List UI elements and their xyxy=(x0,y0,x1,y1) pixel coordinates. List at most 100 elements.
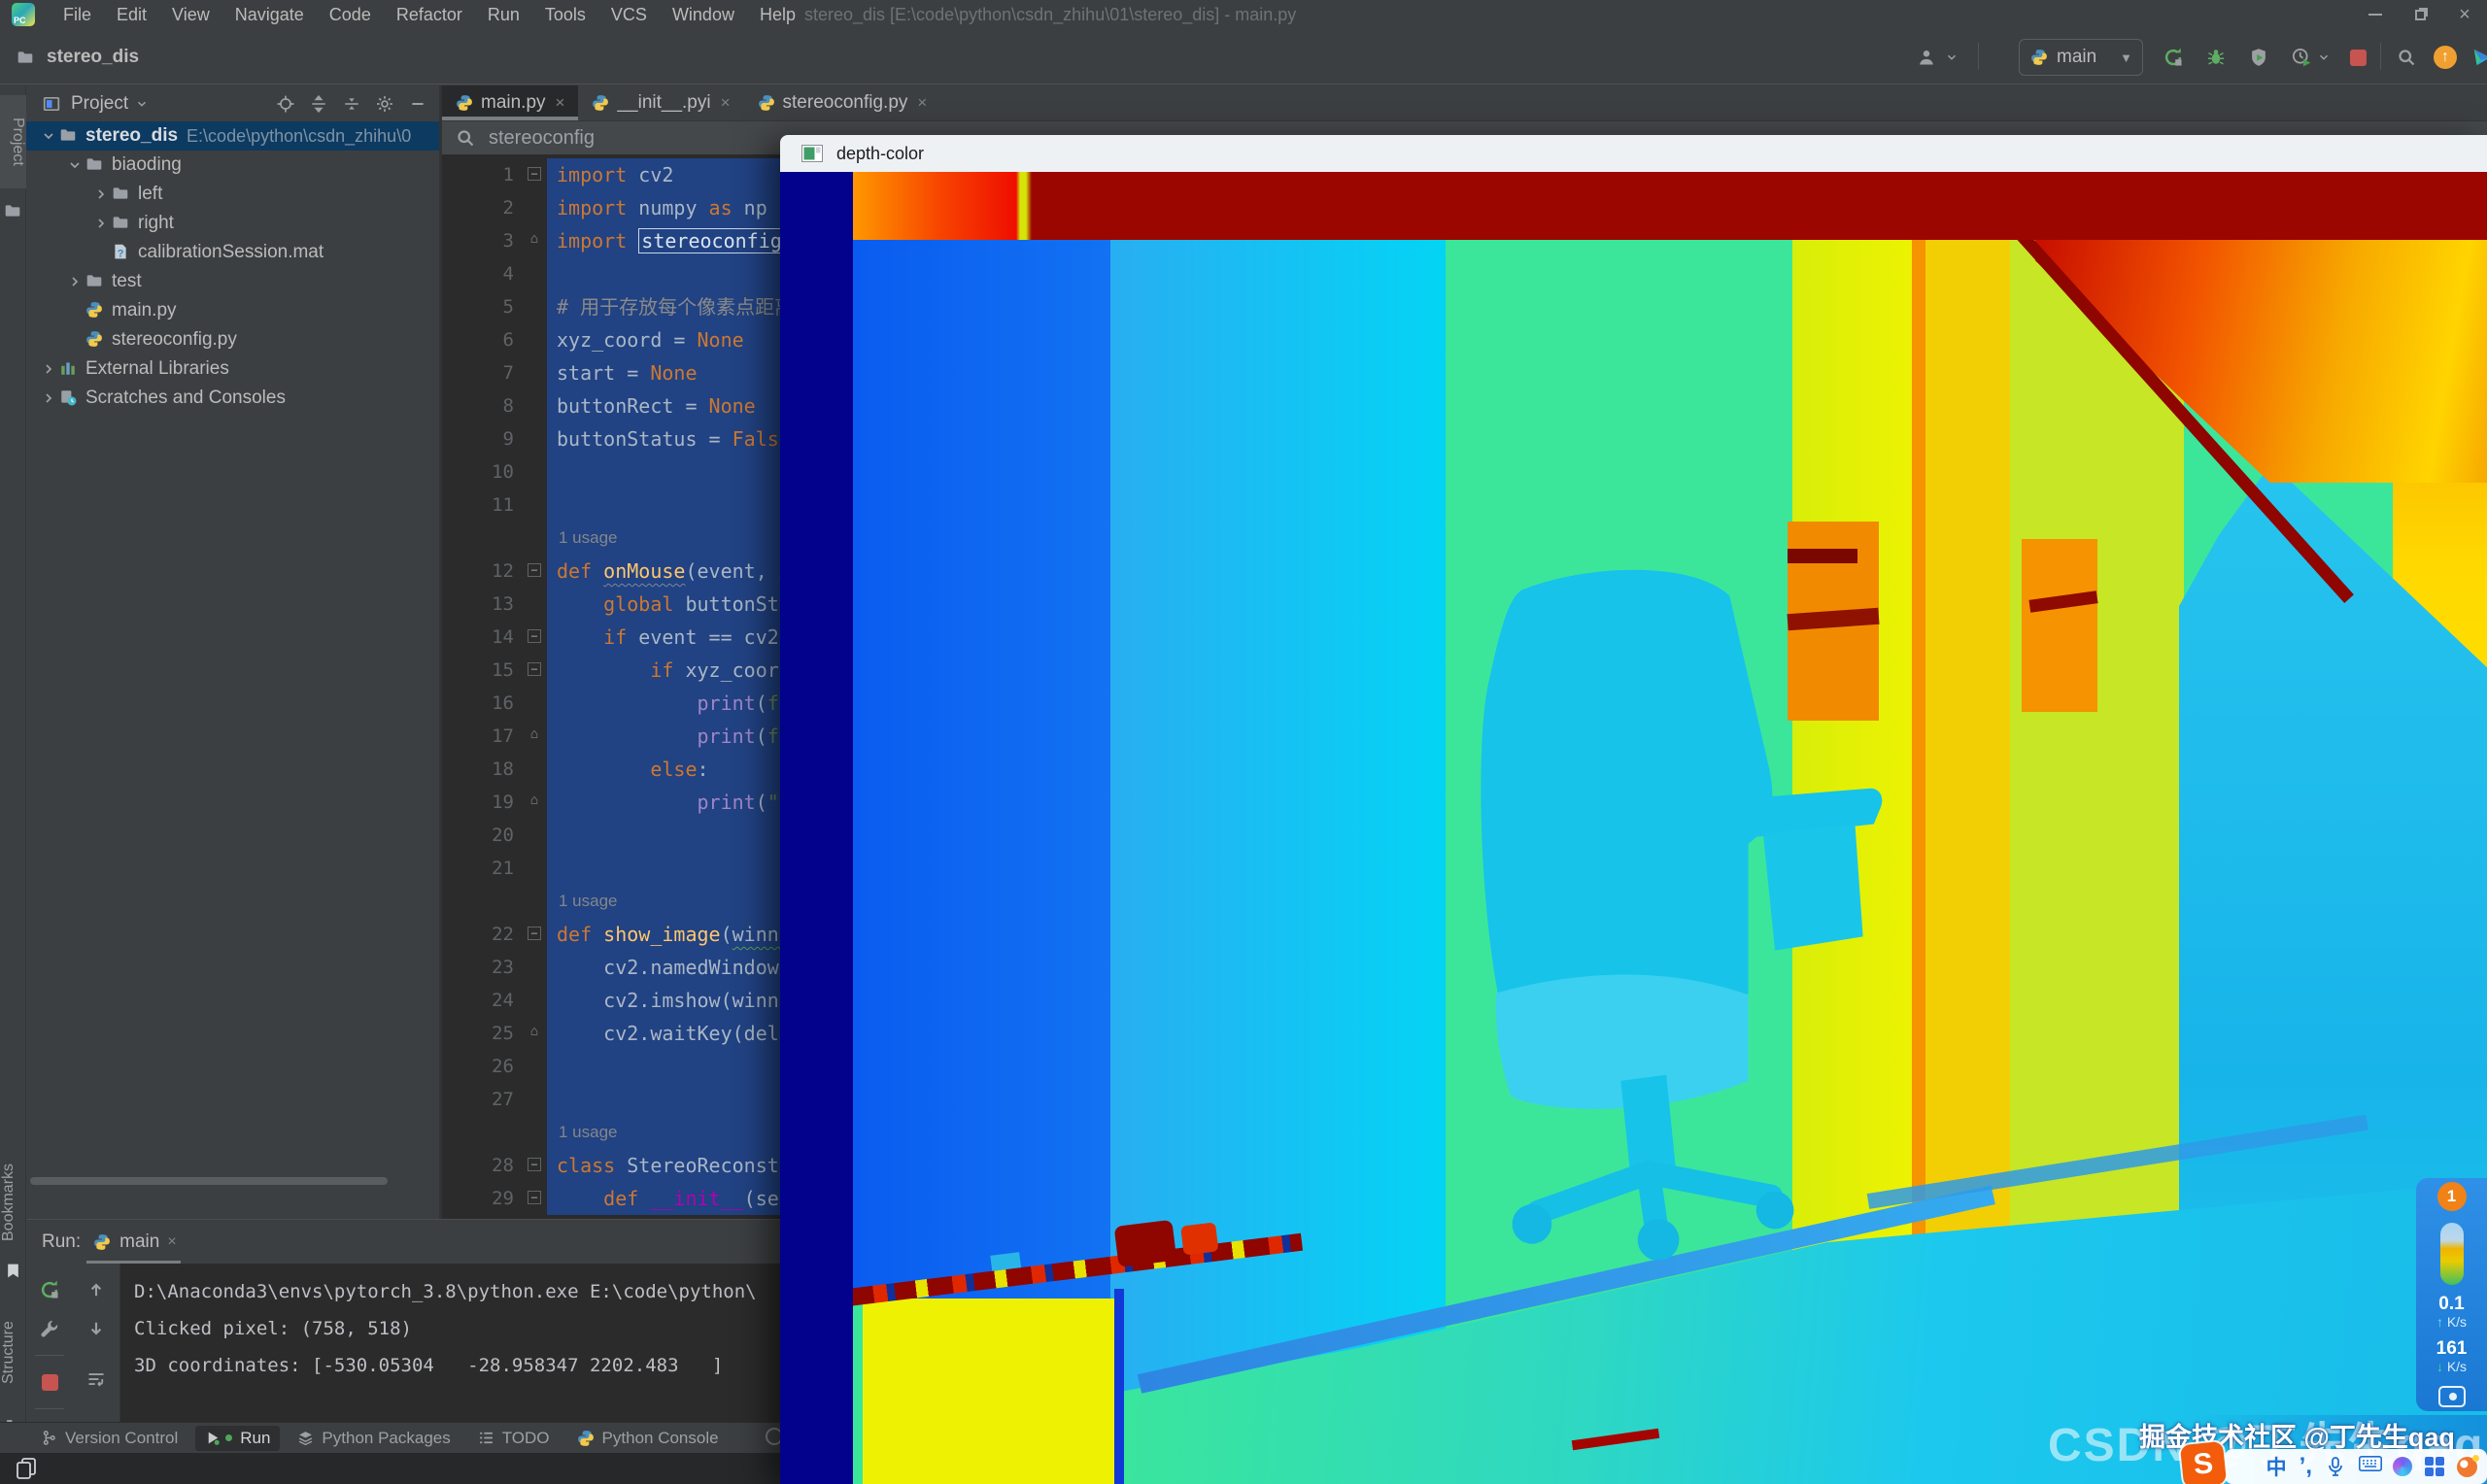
statusbar-item-python-console[interactable]: Python Console xyxy=(567,1426,729,1451)
depth-map-image[interactable] xyxy=(780,172,2487,1484)
hide-panel-icon[interactable] xyxy=(404,90,431,118)
close-icon[interactable]: × xyxy=(167,1233,176,1251)
chevron-right-icon[interactable] xyxy=(38,358,59,380)
close-icon[interactable]: × xyxy=(917,93,927,113)
fold-icon[interactable]: − xyxy=(528,167,541,181)
tree-item-right[interactable]: right xyxy=(26,209,439,238)
menu-item-code[interactable]: Code xyxy=(317,0,384,29)
menu-item-window[interactable]: Window xyxy=(660,0,747,29)
fold-icon[interactable]: − xyxy=(528,563,541,577)
menu-item-navigate[interactable]: Navigate xyxy=(222,0,317,29)
rerun-button[interactable] xyxy=(37,1277,62,1302)
stop-button[interactable] xyxy=(37,1369,62,1395)
down-stack-icon[interactable] xyxy=(84,1316,109,1341)
notification-badge[interactable]: 1 xyxy=(2437,1182,2467,1211)
fold-icon[interactable]: − xyxy=(528,1158,541,1171)
tree-item-main-py[interactable]: main.py xyxy=(26,296,439,325)
user-icon[interactable] xyxy=(1912,43,1941,72)
fold-icon[interactable]: − xyxy=(528,629,541,643)
statusbar-item-version-control[interactable]: Version Control xyxy=(31,1426,187,1451)
run-tab[interactable]: main × xyxy=(81,1220,188,1264)
folder-icon[interactable] xyxy=(4,202,21,219)
menu-item-help[interactable]: Help xyxy=(747,0,808,29)
chevron-right-icon[interactable] xyxy=(90,184,112,205)
chevron-down-icon[interactable] xyxy=(2316,43,2332,72)
tab-stereoconfig-py[interactable]: stereoconfig.py× xyxy=(744,85,941,120)
ime-menu-icon[interactable] xyxy=(2425,1457,2444,1476)
tree-item-left[interactable]: left xyxy=(26,180,439,209)
menu-item-tools[interactable]: Tools xyxy=(532,0,598,29)
close-icon[interactable]: × xyxy=(721,93,731,113)
expand-all-icon[interactable] xyxy=(305,90,332,118)
locate-file-icon[interactable] xyxy=(272,90,299,118)
tree-item-scratches-and-consoles[interactable]: Scratches and Consoles xyxy=(26,384,439,413)
chevron-down-icon[interactable] xyxy=(134,90,150,118)
run-config-selector[interactable]: main ▼ xyxy=(2019,39,2143,76)
tree-item-calibrationsession-mat[interactable]: ?calibrationSession.mat xyxy=(26,238,439,267)
search-everywhere-icon[interactable] xyxy=(2392,43,2421,72)
breadcrumb[interactable]: stereo_dis xyxy=(12,44,139,71)
fold-icon[interactable]: − xyxy=(528,662,541,676)
settings-wrench-icon[interactable] xyxy=(37,1316,62,1341)
menu-item-edit[interactable]: Edit xyxy=(104,0,159,29)
minimize-button[interactable] xyxy=(2353,0,2398,29)
stop-button[interactable] xyxy=(2343,43,2372,72)
ide-plugin-logo-icon[interactable] xyxy=(2468,43,2487,72)
run-button[interactable] xyxy=(2159,43,2188,72)
opencv-window-titlebar[interactable]: depth-color xyxy=(780,135,2487,172)
net-speed-widget[interactable]: 1 0.1 ↑ K/s 161 ↓ K/s xyxy=(2416,1178,2487,1411)
chevron-down-icon[interactable] xyxy=(38,125,59,147)
close-icon[interactable]: × xyxy=(556,93,565,113)
ime-punctuation-icon[interactable]: ’, xyxy=(2300,1462,2312,1471)
fold-end-icon[interactable]: ⌂ xyxy=(528,1026,541,1039)
fold-end-icon[interactable]: ⌂ xyxy=(528,794,541,808)
camera-icon[interactable] xyxy=(2438,1386,2466,1407)
statusbar-item-todo[interactable]: TODO xyxy=(468,1426,560,1451)
soft-wrap-icon[interactable] xyxy=(84,1366,109,1392)
tree-item-stereo-dis[interactable]: stereo_disE:\code\python\csdn_zhihu\0 xyxy=(26,121,439,151)
chevron-right-icon[interactable] xyxy=(38,388,59,409)
stripe-structure-tab[interactable]: Structure xyxy=(0,1299,26,1406)
tree-item-test[interactable]: test xyxy=(26,267,439,296)
menu-item-run[interactable]: Run xyxy=(475,0,532,29)
statusbar-item-run[interactable]: Run xyxy=(195,1426,280,1451)
menu-item-vcs[interactable]: VCS xyxy=(598,0,660,29)
update-badge-icon[interactable]: ↑ xyxy=(2431,43,2460,72)
fold-icon[interactable]: − xyxy=(528,1191,541,1204)
chevron-right-icon[interactable] xyxy=(64,271,85,292)
microphone-icon[interactable] xyxy=(2325,1456,2346,1477)
profiler-button[interactable] xyxy=(2287,43,2316,72)
collapse-all-icon[interactable] xyxy=(338,90,365,118)
chevron-down-icon[interactable] xyxy=(64,154,85,176)
debug-button[interactable] xyxy=(2201,43,2231,72)
tree-item-stereoconfig-py[interactable]: stereoconfig.py xyxy=(26,325,439,354)
tree-item-biaoding[interactable]: biaoding xyxy=(26,151,439,180)
gear-icon[interactable] xyxy=(371,90,398,118)
horizontal-scrollbar[interactable] xyxy=(30,1177,388,1185)
restore-button[interactable] xyxy=(2398,0,2442,29)
bookmark-icon[interactable] xyxy=(5,1263,21,1279)
up-stack-icon[interactable] xyxy=(84,1277,109,1302)
fold-icon[interactable]: − xyxy=(528,927,541,940)
taskbar-app-icon[interactable] xyxy=(14,1456,39,1481)
ime-toolbar[interactable]: 中 ’, xyxy=(2225,1449,2487,1484)
keyboard-icon[interactable] xyxy=(2359,1456,2380,1477)
search-input[interactable]: stereoconfig xyxy=(489,127,595,150)
menu-item-file[interactable]: File xyxy=(51,0,104,29)
tree-item-external-libraries[interactable]: External Libraries xyxy=(26,354,439,384)
menu-item-refactor[interactable]: Refactor xyxy=(384,0,475,29)
menu-item-view[interactable]: View xyxy=(159,0,222,29)
close-button[interactable]: × xyxy=(2442,0,2487,29)
sogou-input-icon[interactable]: S xyxy=(2180,1441,2227,1484)
chevron-right-icon[interactable] xyxy=(90,213,112,234)
project-panel-title[interactable]: Project xyxy=(71,93,128,115)
statusbar-item-python-packages[interactable]: Python Packages xyxy=(288,1426,460,1451)
ime-koi-icon[interactable] xyxy=(2457,1457,2477,1477)
run-coverage-button[interactable] xyxy=(2244,43,2273,72)
fold-end-icon[interactable]: ⌂ xyxy=(528,728,541,742)
ime-skin-icon[interactable] xyxy=(2393,1457,2412,1476)
fold-end-icon[interactable]: ⌂ xyxy=(528,233,541,247)
ime-mode-label[interactable]: 中 xyxy=(2266,1452,2287,1481)
stripe-bookmarks-tab[interactable]: Bookmarks xyxy=(0,1154,26,1251)
tab-main-py[interactable]: main.py× xyxy=(442,85,578,120)
